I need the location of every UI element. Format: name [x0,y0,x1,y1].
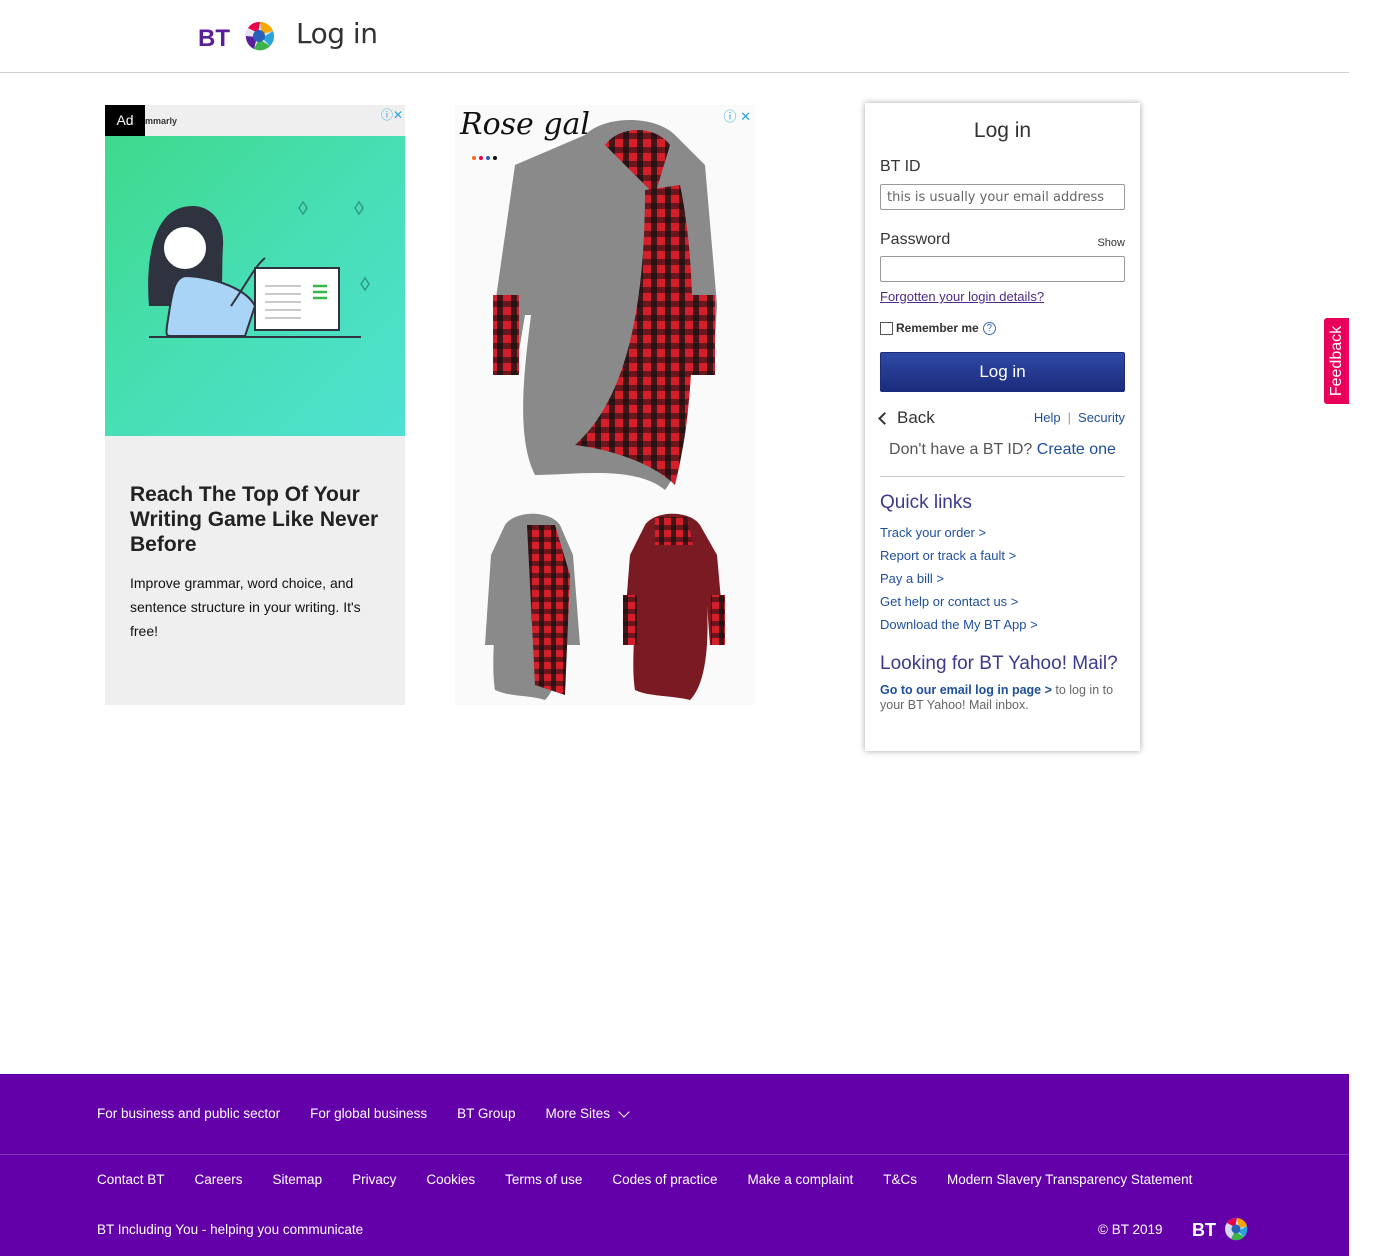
footer-link-terms[interactable]: Terms of use [505,1172,582,1187]
footer-divider [0,1154,1349,1155]
dress-product-images [485,120,725,700]
chevron-left-icon [878,411,891,425]
quick-link-track-order[interactable]: Track your order > [880,521,1038,544]
footer-link-tcs[interactable]: T&Cs [883,1172,917,1187]
remember-me-label: Remember me [896,321,979,335]
security-link[interactable]: Security [1078,410,1125,425]
copyright: © BT 2019 [1098,1222,1163,1237]
footer-link-complaint[interactable]: Make a complaint [747,1172,853,1187]
site-footer: For business and public sector For globa… [0,1074,1349,1256]
footer-link-careers[interactable]: Careers [195,1172,243,1187]
create-account-prompt: Don't have a BT ID? Create one [865,441,1140,459]
bt-id-label: BT ID [880,158,921,175]
login-title: Log in [973,119,1032,142]
footer-link-privacy[interactable]: Privacy [352,1172,396,1187]
link-separator: | [1067,410,1072,425]
chevron-down-icon [618,1105,630,1118]
ad-advertiser-name: mmarly [145,116,178,126]
bt-logo-footer[interactable]: BT [1192,1214,1254,1244]
password-input[interactable] [880,256,1125,282]
no-account-text: Don't have a BT ID? [889,441,1033,458]
quick-links-list: Track your order > Report or track a fau… [880,521,1038,636]
clothing-ad[interactable]: Rose gal ⓘ ✕ [455,105,755,705]
help-security-links: Help | Security [1034,410,1125,425]
grammar-ad[interactable]: Ad mmarly ⓘ✕ Reach The Top Of Your Writi… [105,105,405,705]
create-account-link[interactable]: Create one [1037,441,1116,458]
footer-link-modern-slavery[interactable]: Modern Slavery Transparency Statement [947,1172,1192,1187]
ad-body-text: Improve grammar, word choice, and senten… [130,575,361,639]
footer-bottom-links: Contact BT Careers Sitemap Privacy Cooki… [97,1172,1222,1187]
back-label: Back [897,408,935,427]
svg-text:BT: BT [198,25,230,52]
feedback-tab[interactable]: Feedback [1324,318,1349,404]
divider [880,476,1125,477]
back-link[interactable]: Back [878,408,935,428]
ad-illustration [105,136,405,436]
login-card: Log in BT ID this is usually your email … [865,103,1140,751]
feedback-label: Feedback [1327,325,1345,397]
ad-badge: Ad [105,105,145,136]
bt-logo[interactable]: BT [198,16,284,56]
remember-me[interactable]: Remember me ? [880,321,996,335]
help-link[interactable]: Help [1034,410,1061,425]
yahoo-mail-title: Looking for BT Yahoo! Mail? [880,653,1118,674]
adchoices-close-icon[interactable]: ⓘ✕ [381,106,403,123]
quick-links-title: Quick links [880,492,972,513]
remember-me-checkbox[interactable] [880,321,893,335]
show-password-toggle[interactable]: Show [1097,237,1125,249]
login-button[interactable]: Log in [880,352,1125,392]
footer-link-business[interactable]: For business and public sector [97,1106,280,1121]
more-sites-label: More Sites [545,1106,610,1121]
quick-link-pay-bill[interactable]: Pay a bill > [880,567,1038,590]
footer-accessibility-link[interactable]: BT Including You - helping you communica… [97,1222,363,1237]
ad-headline: Reach The Top Of Your Writing Game Like … [130,483,379,556]
more-sites-dropdown[interactable]: More Sites [545,1105,630,1121]
site-header: BT Log in [0,0,1349,73]
quick-link-download-app[interactable]: Download the My BT App > [880,613,1038,636]
footer-link-cookies[interactable]: Cookies [426,1172,475,1187]
footer-link-bt-group[interactable]: BT Group [457,1106,515,1121]
password-label: Password [880,231,951,248]
help-circle-icon[interactable]: ? [982,321,996,335]
forgotten-login-link[interactable]: Forgotten your login details? [880,289,1044,304]
footer-link-sitemap[interactable]: Sitemap [273,1172,323,1187]
footer-top-links: For business and public sector For globa… [97,1105,658,1121]
quick-link-report-fault[interactable]: Report or track a fault > [880,544,1038,567]
footer-link-global-business[interactable]: For global business [310,1106,427,1121]
page: BT Log in Ad mmarly ⓘ✕ Reach The Top Of … [0,0,1395,1256]
footer-link-codes[interactable]: Codes of practice [612,1172,717,1187]
bt-id-input[interactable]: this is usually your email address [880,184,1125,210]
yahoo-mail-login-link[interactable]: Go to our email log in page > [880,683,1052,697]
footer-link-contact[interactable]: Contact BT [97,1172,165,1187]
quick-link-get-help[interactable]: Get help or contact us > [880,590,1038,613]
yahoo-mail-text: Go to our email log in page > to log in … [880,683,1130,713]
svg-text:BT: BT [1192,1220,1216,1240]
page-title: Log in [296,17,378,50]
